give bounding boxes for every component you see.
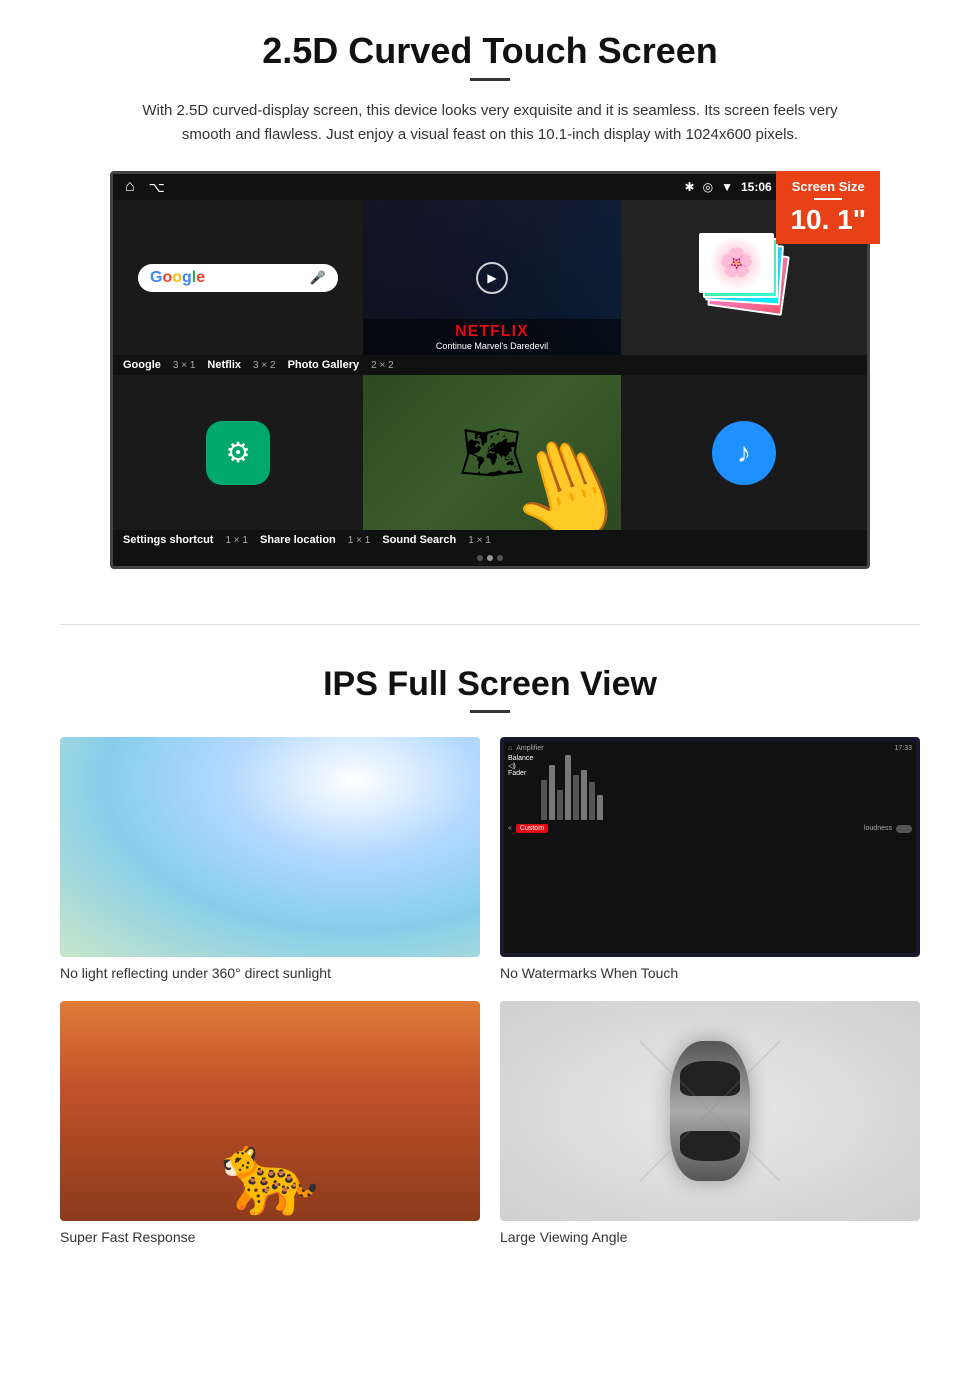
section-curved-screen: 2.5D Curved Touch Screen With 2.5D curve… (0, 0, 980, 594)
cheetah-image: 🐆 (60, 1001, 480, 1221)
nav-dot-2[interactable] (487, 555, 493, 561)
bar-2 (549, 765, 555, 820)
mini-bottom: « Custom loudness (508, 824, 912, 833)
music-label: Sound Search (382, 534, 456, 546)
feature-car: Large Viewing Angle (500, 1001, 920, 1245)
google-search-bar[interactable]: Google 🎤 (138, 264, 338, 292)
bar-5 (573, 775, 579, 820)
feature-watermark: ⌂Amplifier17:33 Balance ◁) Fader (500, 737, 920, 981)
watermark-caption: No Watermarks When Touch (500, 965, 920, 981)
bar-3 (557, 790, 563, 820)
feature-sunlight: No light reflecting under 360° direct su… (60, 737, 480, 981)
gallery-card-4: 🌸 (699, 233, 774, 293)
bar-7 (589, 782, 595, 820)
dot-navigation (113, 550, 867, 566)
status-time: 15:06 (741, 180, 772, 194)
sunlight-caption: No light reflecting under 360° direct su… (60, 965, 480, 981)
music-icon: ♪ (712, 421, 776, 485)
device-wrapper: Screen Size 10. 1" ⌂ ⌥ ✱ ◎ ▼ 15:06 📷 🔊 ⊠… (110, 171, 870, 569)
settings-app-cell[interactable]: ⚙ ⚙ (113, 375, 363, 530)
maps-label: Share location (260, 534, 336, 546)
title-underline-2 (470, 710, 510, 713)
mini-status-bar: ⌂Amplifier17:33 (508, 745, 912, 752)
gallery-label: Photo Gallery (288, 359, 360, 371)
car-container (670, 1041, 750, 1181)
section1-title: 2.5D Curved Touch Screen (60, 30, 920, 72)
mini-content: Balance ◁) Fader (508, 755, 912, 820)
bar-6 (581, 770, 587, 820)
mini-sidebar: Balance ◁) Fader (508, 755, 538, 820)
watermark-image: ⌂Amplifier17:33 Balance ◁) Fader (500, 737, 920, 957)
nav-dot-1[interactable] (477, 555, 483, 561)
settings-label: Settings shortcut (123, 534, 213, 546)
bottom-labels-row: Settings shortcut 1 × 1 Share location 1… (113, 530, 867, 550)
bottom-app-row: ⚙ ⚙ 🗺 🤚 ♪ (113, 375, 867, 530)
nav-dot-3[interactable] (497, 555, 503, 561)
car-caption: Large Viewing Angle (500, 1229, 920, 1245)
section-ips: IPS Full Screen View No light reflecting… (0, 655, 980, 1275)
netflix-subtitle: Continue Marvel's Daredevil (371, 341, 613, 351)
car-image (500, 1001, 920, 1221)
mic-icon[interactable]: 🎤 (310, 270, 326, 286)
cheetah-caption: Super Fast Response (60, 1229, 480, 1245)
section2-title: IPS Full Screen View (60, 665, 920, 704)
badge-size: 10. 1" (790, 204, 866, 236)
badge-label: Screen Size (790, 179, 866, 194)
screen-size-badge: Screen Size 10. 1" (776, 171, 880, 244)
cheetah-emoji: 🐆 (220, 1127, 320, 1221)
viewing-angle-lines (630, 1031, 790, 1191)
sunlight-image (60, 737, 480, 957)
device-screen: ⌂ ⌥ ✱ ◎ ▼ 15:06 📷 🔊 ⊠ ▭ Google (110, 171, 870, 569)
google-logo: Google (150, 269, 205, 287)
play-button[interactable]: ▶ (476, 262, 508, 294)
top-labels-row: Google 3 × 1 Netflix 3 × 2 Photo Gallery… (113, 355, 867, 375)
bar-4 (565, 755, 571, 820)
location-icon: ◎ (703, 180, 713, 194)
top-app-row: Google 🎤 ▶ NETFLIX Continue Marvel's Dar… (113, 200, 867, 355)
section1-description: With 2.5D curved-display screen, this de… (140, 99, 840, 147)
netflix-label: Netflix (207, 359, 241, 371)
feature-cheetah: 🐆 Super Fast Response (60, 1001, 480, 1245)
bluetooth-icon: ✱ (685, 180, 695, 194)
music-app-cell[interactable]: ♪ (621, 375, 867, 530)
signal-icon: ▼ (721, 180, 733, 194)
bar-8 (597, 795, 603, 820)
settings-icon: ⚙ (206, 421, 270, 485)
feature-grid: No light reflecting under 360° direct su… (60, 737, 920, 1245)
mini-screen: ⌂Amplifier17:33 Balance ◁) Fader (504, 741, 916, 953)
flower-image: 🌸 (701, 235, 772, 291)
bar-1 (541, 780, 547, 820)
title-underline (470, 78, 510, 81)
usb-icon: ⌥ (149, 179, 165, 196)
netflix-app-cell[interactable]: ▶ NETFLIX Continue Marvel's Daredevil (363, 200, 621, 355)
google-label: Google (123, 359, 161, 371)
status-bar: ⌂ ⌥ ✱ ◎ ▼ 15:06 📷 🔊 ⊠ ▭ (113, 174, 867, 200)
google-app-cell[interactable]: Google 🎤 (113, 200, 363, 355)
badge-dash (814, 198, 842, 200)
maps-app-cell[interactable]: 🗺 🤚 (363, 375, 621, 530)
section-divider (60, 624, 920, 625)
mini-bars (541, 755, 912, 820)
home-icon[interactable]: ⌂ (125, 178, 135, 196)
netflix-overlay: NETFLIX Continue Marvel's Daredevil (363, 319, 621, 355)
gallery-stack: 🌸 (699, 233, 789, 323)
netflix-logo: NETFLIX (371, 323, 613, 341)
